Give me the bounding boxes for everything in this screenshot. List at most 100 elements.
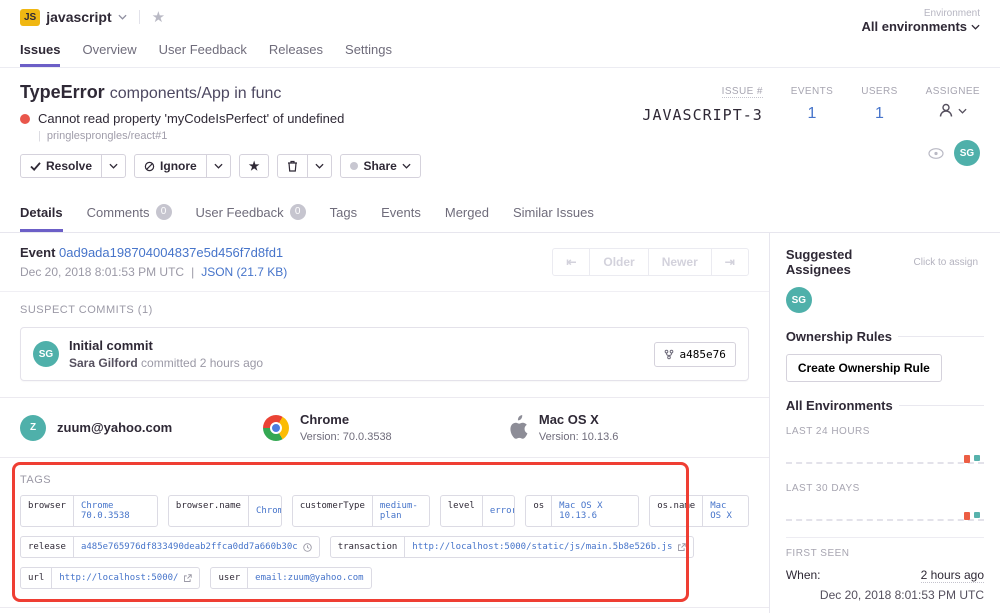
newest-event-button[interactable]: ⇥ [711, 248, 749, 276]
tag-os: osMac OS X 10.13.6 [525, 495, 639, 527]
issue-sidebar: Suggested Assignees Click to assign SG O… [770, 233, 1000, 613]
divider [139, 10, 140, 24]
click-to-assign-hint: Click to assign [914, 257, 978, 268]
resolve-dropdown-button[interactable] [101, 154, 126, 178]
issue-message: Cannot read property 'myCodeIsPerfect' o… [38, 111, 344, 126]
tag-release: releasea485e765976df833490deab2ffca0dd7a… [20, 536, 320, 558]
tab-merged[interactable]: Merged [445, 196, 489, 232]
tab-comments[interactable]: Comments0 [87, 196, 172, 232]
resolve-button[interactable]: Resolve [20, 154, 102, 178]
feedback-count-badge: 0 [290, 204, 306, 220]
error-level-dot [20, 114, 30, 124]
environment-selector[interactable]: Environment All environments [862, 8, 980, 34]
nav-issues[interactable]: Issues [20, 42, 60, 67]
project-selector[interactable]: JS javascript ★ [20, 8, 165, 26]
users-count[interactable]: 1 [861, 105, 897, 123]
older-event-button[interactable]: Older [589, 248, 648, 276]
comments-count-badge: 0 [156, 204, 172, 220]
delete-dropdown-button[interactable] [307, 154, 332, 178]
issue-details-main: Event 0ad9ada198704004837e5d456f7d8fd1 D… [0, 233, 770, 613]
bookmark-button[interactable]: ★ [239, 154, 270, 178]
tab-events[interactable]: Events [381, 196, 421, 232]
issue-title: TypeError components/App in func [20, 82, 421, 103]
tag-os-name: os.nameMac OS X [649, 495, 749, 527]
sparkline-release-marker [974, 455, 980, 461]
assignee-label: ASSIGNEE [926, 86, 980, 97]
delete-button[interactable] [277, 154, 308, 178]
bookmark-star-icon[interactable]: ★ [152, 8, 165, 26]
suspect-commits-section: SUSPECT COMMITS (1) SG Initial commit Sa… [0, 292, 769, 398]
chevron-down-icon[interactable] [118, 14, 127, 20]
tag-level: levelerror [440, 495, 516, 527]
issue-detail-tabs: Details Comments0 User Feedback0 Tags Ev… [20, 196, 980, 232]
browser-version: Version: 70.0.3538 [300, 431, 392, 443]
context-user: Z zuum@yahoo.com [20, 412, 263, 443]
divider: | [38, 130, 41, 142]
nav-releases[interactable]: Releases [269, 42, 323, 67]
tab-details[interactable]: Details [20, 196, 63, 232]
sparkline-baseline [786, 519, 984, 521]
event-timestamp: Dec 20, 2018 8:01:53 PM UTC [20, 265, 184, 279]
assignee-selector[interactable] [926, 103, 980, 118]
chevron-down-icon [958, 108, 967, 114]
issue-annotation[interactable]: pringlesprongles/react#1 [47, 130, 167, 142]
event-id-link[interactable]: 0ad9ada198704004837e5d456f7d8fd1 [59, 245, 283, 260]
share-button[interactable]: Share [340, 154, 420, 178]
eye-icon [928, 148, 944, 159]
context-browser: Chrome Version: 70.0.3538 [263, 412, 506, 443]
divider [786, 537, 984, 538]
issue-actions: Resolve Ignore ★ [20, 154, 421, 178]
commit-meta: committed 2 hours ago [141, 356, 263, 370]
nav-settings[interactable]: Settings [345, 42, 392, 67]
user-avatar: Z [20, 415, 46, 441]
event-json-link[interactable]: JSON (21.7 KB) [201, 265, 287, 279]
events-sparkline-30d [786, 494, 984, 527]
tags-title: TAGS [20, 474, 749, 486]
user-email: zuum@yahoo.com [57, 420, 172, 435]
person-icon [938, 103, 954, 118]
context-os: Mac OS X Version: 10.13.6 [506, 412, 749, 443]
tag-user: useremail:zuum@yahoo.com [210, 567, 371, 589]
ignore-button[interactable]: Ignore [134, 154, 207, 178]
first-seen-date: Dec 20, 2018 8:01:53 PM UTC [786, 588, 984, 602]
issue-number-label: ISSUE # [722, 86, 763, 98]
seen-by-avatar[interactable]: SG [954, 140, 980, 166]
suggested-assignee-avatar[interactable]: SG [786, 287, 812, 313]
tag-row: releasea485e765976df833490deab2ffca0dd7a… [20, 536, 749, 558]
event-pagination: ⇤ Older Newer ⇥ [553, 248, 749, 276]
branch-icon [664, 349, 674, 360]
divider: | [191, 265, 194, 279]
stat-assignee: ASSIGNEE [926, 82, 980, 118]
nav-overview[interactable]: Overview [82, 42, 136, 67]
environment-value[interactable]: All environments [862, 19, 967, 34]
external-link-icon[interactable] [183, 574, 192, 583]
commit-sha-button[interactable]: a485e76 [654, 342, 735, 367]
events-count[interactable]: 1 [791, 105, 833, 123]
last-24-hours-label: LAST 24 HOURS [786, 426, 984, 437]
sparkline-event-bar [964, 512, 970, 520]
chevron-down-icon[interactable] [971, 24, 980, 30]
os-version: Version: 10.13.6 [539, 431, 619, 443]
nav-user-feedback[interactable]: User Feedback [159, 42, 247, 67]
last-30-days-label: LAST 30 DAYS [786, 483, 984, 494]
issue-type: TypeError [20, 82, 105, 102]
ignore-dropdown-button[interactable] [206, 154, 231, 178]
issue-number-value: JAVASCRIPT-3 [642, 106, 762, 124]
sparkline-event-bar [964, 455, 970, 463]
stat-events: EVENTS 1 [791, 82, 833, 123]
create-ownership-rule-button[interactable]: Create Ownership Rule [786, 354, 942, 382]
first-seen-title: FIRST SEEN [786, 548, 984, 559]
external-link-icon[interactable] [677, 543, 686, 552]
check-icon [30, 162, 41, 171]
ownership-rules-title: Ownership Rules [786, 329, 892, 344]
newer-event-button[interactable]: Newer [648, 248, 712, 276]
tab-tags[interactable]: Tags [330, 196, 357, 232]
project-name[interactable]: javascript [46, 9, 111, 25]
issue-header: TypeError components/App in func Cannot … [0, 68, 1000, 233]
events-sparkline-24h [786, 437, 984, 470]
tab-user-feedback[interactable]: User Feedback0 [196, 196, 306, 232]
issue-stats-block: ISSUE # JAVASCRIPT-3 EVENTS 1 USERS 1 AS… [642, 82, 980, 192]
commit-title: Initial commit [69, 338, 654, 353]
tab-similar-issues[interactable]: Similar Issues [513, 196, 594, 232]
oldest-event-button[interactable]: ⇤ [552, 248, 590, 276]
